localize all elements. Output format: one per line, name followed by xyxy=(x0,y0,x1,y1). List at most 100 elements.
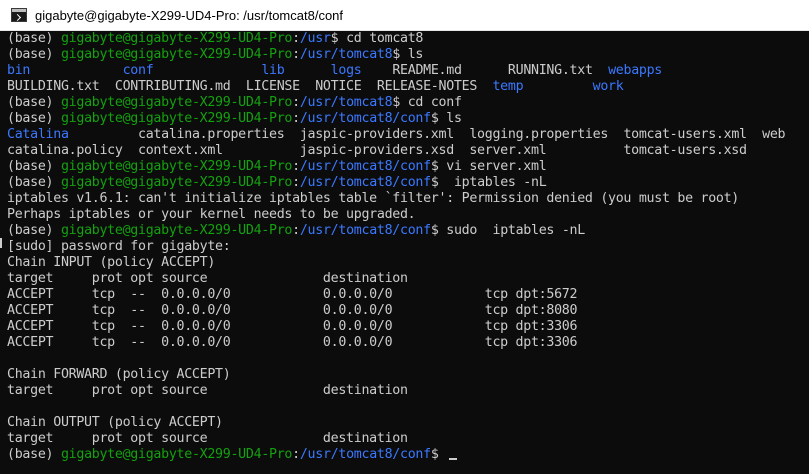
window-title: gigabyte@gigabyte-X299-UD4-Pro: /usr/tom… xyxy=(35,7,344,23)
directory-name: conf xyxy=(122,63,154,78)
prompt-user-host: gigabyte@gigabyte-X299-UD4-Pro xyxy=(60,95,293,110)
terminal-line: Catalina catalina.properties jaspic-prov… xyxy=(7,127,786,143)
terminal-line: iptables v1.6.1: can't initialize iptabl… xyxy=(7,191,785,207)
output-text: (base) xyxy=(7,223,61,238)
output-text: BUILDING.txt CONTRIBUTING.md LICENSE NOT… xyxy=(7,79,493,94)
terminal-output[interactable]: (base) gigabyte@gigabyte-X299-UD4-Pro:/u… xyxy=(0,31,809,474)
terminal-line: ACCEPT tcp -- 0.0.0.0/0 0.0.0.0/0 tcp dp… xyxy=(7,287,785,303)
prompt-user-host: gigabyte@gigabyte-X299-UD4-Pro xyxy=(60,447,293,462)
text-cursor xyxy=(449,458,458,460)
terminal-line: [sudo] password for gigabyte: xyxy=(7,239,785,255)
output-text: target prot opt source destination xyxy=(7,431,408,446)
output-text: ACCEPT tcp -- 0.0.0.0/0 0.0.0.0/0 tcp dp… xyxy=(7,287,578,302)
terminal-line: (base) gigabyte@gigabyte-X299-UD4-Pro:/u… xyxy=(7,159,785,175)
output-text: : xyxy=(292,223,300,238)
output-text: (base) xyxy=(7,175,61,190)
terminal-line: Chain INPUT (policy ACCEPT) xyxy=(7,255,785,271)
title-bar[interactable]: gigabyte@gigabyte-X299-UD4-Pro: /usr/tom… xyxy=(0,0,809,31)
directory-name: lib xyxy=(261,63,285,78)
terminal-line: Chain OUTPUT (policy ACCEPT) xyxy=(7,415,785,431)
output-text: (base) xyxy=(7,47,61,62)
terminal-line: catalina.policy context.xml jaspic-provi… xyxy=(7,143,785,159)
terminal-line: Chain FORWARD (policy ACCEPT) xyxy=(7,367,785,383)
output-text: $ ls xyxy=(430,111,462,126)
output-text: : xyxy=(292,31,300,46)
terminal-line: Perhaps iptables or your kernel needs to… xyxy=(7,207,785,223)
terminal-line: (base) gigabyte@gigabyte-X299-UD4-Pro:/u… xyxy=(7,223,785,239)
terminal-line: (base) gigabyte@gigabyte-X299-UD4-Pro:/u… xyxy=(7,47,785,63)
output-text: : xyxy=(292,47,300,62)
output-text: : xyxy=(292,95,300,110)
scroll-marker xyxy=(0,238,2,248)
output-text: (base) xyxy=(7,95,61,110)
terminal-line: bin conf lib logs README.md RUNNING.txt … xyxy=(7,63,785,79)
prompt-path: /usr/tomcat8/conf xyxy=(299,159,431,174)
terminal-line: (base) gigabyte@gigabyte-X299-UD4-Pro:/u… xyxy=(7,95,785,111)
terminal-window: gigabyte@gigabyte-X299-UD4-Pro: /usr/tom… xyxy=(0,0,809,474)
output-text: $ cd conf xyxy=(392,95,462,110)
output-text: $ sudo iptables -nL xyxy=(430,223,585,238)
prompt-user-host: gigabyte@gigabyte-X299-UD4-Pro xyxy=(60,111,293,126)
prompt-user-host: gigabyte@gigabyte-X299-UD4-Pro xyxy=(60,47,293,62)
prompt-user-host: gigabyte@gigabyte-X299-UD4-Pro xyxy=(60,31,293,46)
output-text: : xyxy=(292,159,300,174)
output-text: target prot opt source destination xyxy=(7,383,408,398)
output-text: $ iptables -nL xyxy=(430,175,547,190)
output-text: catalina.policy context.xml jaspic-provi… xyxy=(7,143,747,158)
terminal-line: (base) gigabyte@gigabyte-X299-UD4-Pro:/u… xyxy=(7,447,785,463)
prompt-path: /usr/tomcat8/conf xyxy=(299,175,431,190)
output-text: target prot opt source destination xyxy=(7,271,408,286)
terminal-line: ACCEPT tcp -- 0.0.0.0/0 0.0.0.0/0 tcp dp… xyxy=(7,335,785,351)
output-text: ACCEPT tcp -- 0.0.0.0/0 0.0.0.0/0 tcp dp… xyxy=(7,303,578,318)
output-text: ACCEPT tcp -- 0.0.0.0/0 0.0.0.0/0 tcp dp… xyxy=(7,319,578,334)
output-text: Chain OUTPUT (policy ACCEPT) xyxy=(7,415,223,430)
terminal-line: (base) gigabyte@gigabyte-X299-UD4-Pro:/u… xyxy=(7,111,785,127)
output-text: Chain INPUT (policy ACCEPT) xyxy=(7,255,216,270)
prompt-user-host: gigabyte@gigabyte-X299-UD4-Pro xyxy=(60,223,293,238)
output-text: Perhaps iptables or your kernel needs to… xyxy=(7,207,416,222)
terminal-line: (base) gigabyte@gigabyte-X299-UD4-Pro:/u… xyxy=(7,31,785,47)
prompt-path: /usr/tomcat8/conf xyxy=(299,111,431,126)
terminal-line: BUILDING.txt CONTRIBUTING.md LICENSE NOT… xyxy=(7,79,785,95)
output-text: : xyxy=(292,111,300,126)
prompt-path: /usr/tomcat8/conf xyxy=(299,447,431,462)
output-text: (base) xyxy=(7,159,61,174)
output-text: catalina.properties jaspic-providers.xml… xyxy=(68,127,786,142)
terminal-icon xyxy=(11,8,27,22)
prompt-path: /usr/tomcat8/conf xyxy=(299,223,431,238)
output-text: README.md RUNNING.txt xyxy=(361,63,609,78)
output-text: : xyxy=(292,175,300,190)
terminal-line: (base) gigabyte@gigabyte-X299-UD4-Pro:/u… xyxy=(7,175,785,191)
output-text: [sudo] password for gigabyte: xyxy=(7,239,231,254)
directory-name: bin xyxy=(7,63,31,78)
prompt-path: /usr xyxy=(299,31,331,46)
output-text: (base) xyxy=(7,111,61,126)
output-text: iptables v1.6.1: can't initialize iptabl… xyxy=(7,191,740,206)
terminal-lines: (base) gigabyte@gigabyte-X299-UD4-Pro:/u… xyxy=(7,31,786,463)
terminal-line: target prot opt source destination xyxy=(7,431,785,447)
terminal-line: target prot opt source destination xyxy=(7,383,785,399)
output-text: $ vi server.xml xyxy=(430,159,547,174)
terminal-line: target prot opt source destination xyxy=(7,271,785,287)
prompt-path: /usr/tomcat8 xyxy=(299,47,393,62)
prompt-user-host: gigabyte@gigabyte-X299-UD4-Pro xyxy=(60,159,293,174)
output-text: $ xyxy=(430,447,447,462)
prompt-path: /usr/tomcat8 xyxy=(299,95,393,110)
output-text: ACCEPT tcp -- 0.0.0.0/0 0.0.0.0/0 tcp dp… xyxy=(7,335,578,350)
output-text: Chain FORWARD (policy ACCEPT) xyxy=(7,367,231,382)
output-text: : xyxy=(292,447,300,462)
directory-name: temp xyxy=(492,79,524,94)
output-text: (base) xyxy=(7,31,61,46)
output-text: $ ls xyxy=(392,47,424,62)
directory-name: Catalina xyxy=(7,127,69,142)
terminal-line: ACCEPT tcp -- 0.0.0.0/0 0.0.0.0/0 tcp dp… xyxy=(7,303,785,319)
terminal-line: ACCEPT tcp -- 0.0.0.0/0 0.0.0.0/0 tcp dp… xyxy=(7,319,785,335)
directory-name: logs xyxy=(330,63,362,78)
prompt-user-host: gigabyte@gigabyte-X299-UD4-Pro xyxy=(60,175,293,190)
